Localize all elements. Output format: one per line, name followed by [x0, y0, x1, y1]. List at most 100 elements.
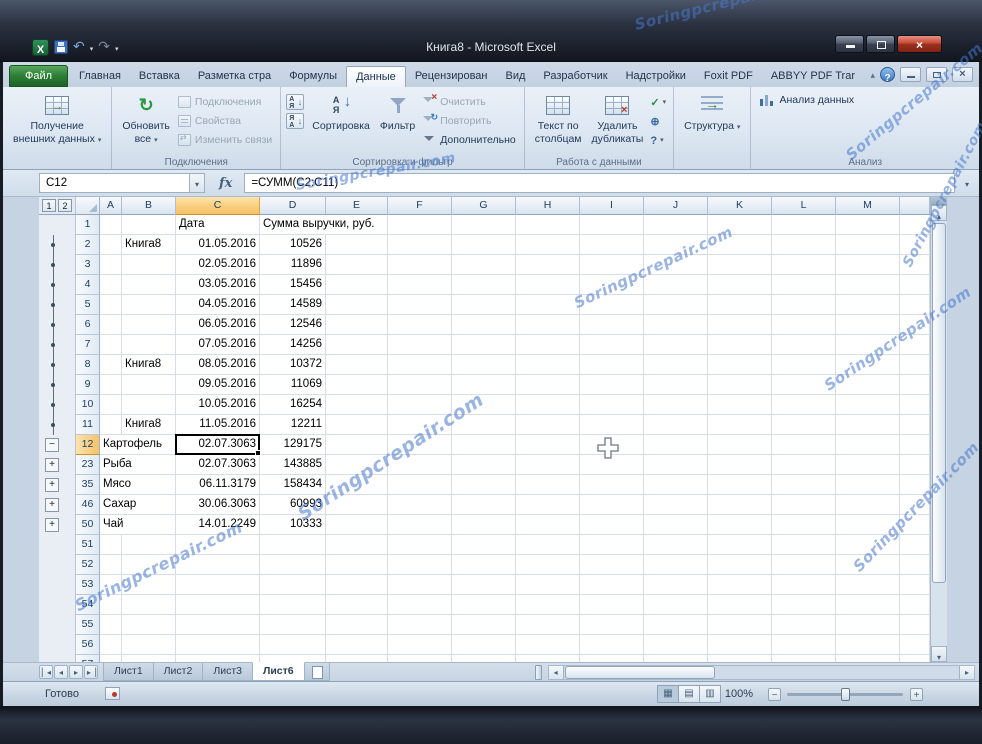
cell-M5[interactable] — [836, 295, 900, 315]
horizontal-scroll-thumb[interactable] — [565, 666, 715, 679]
cell-C46[interactable]: 30.06.3063 — [176, 495, 260, 515]
ribbon-tab-вид[interactable]: Вид — [497, 66, 535, 87]
cell-E56[interactable] — [326, 635, 388, 655]
cell-C52[interactable] — [176, 555, 260, 575]
close-button[interactable] — [897, 35, 942, 53]
row-header-2[interactable]: 2 — [76, 235, 100, 255]
cell-K3[interactable] — [708, 255, 772, 275]
cell-B46[interactable] — [122, 495, 176, 515]
cell-D50[interactable]: 10333 — [260, 515, 326, 535]
cell-M46[interactable] — [836, 495, 900, 515]
cell-E12[interactable] — [326, 435, 388, 455]
cell-G53[interactable] — [452, 575, 516, 595]
cell-M54[interactable] — [836, 595, 900, 615]
cell-G35[interactable] — [452, 475, 516, 495]
cell-L46[interactable] — [772, 495, 836, 515]
cell-C12[interactable]: 02.07.3063 — [176, 435, 260, 455]
row-header-8[interactable]: 8 — [76, 355, 100, 375]
cell-I8[interactable] — [580, 355, 644, 375]
cell-C10[interactable]: 10.05.2016 — [176, 395, 260, 415]
cell-C23[interactable]: 02.07.3063 — [176, 455, 260, 475]
cell-F50[interactable] — [388, 515, 452, 535]
cell-B8[interactable]: Книга8 — [122, 355, 176, 375]
column-header-H[interactable]: H — [516, 197, 580, 215]
cell-L50[interactable] — [772, 515, 836, 535]
row-header-10[interactable]: 10 — [76, 395, 100, 415]
cell-I7[interactable] — [580, 335, 644, 355]
cell-K4[interactable] — [708, 275, 772, 295]
row-header-57[interactable]: 57 — [76, 655, 100, 662]
cell-G6[interactable] — [452, 315, 516, 335]
ribbon-tab-разработчик[interactable]: Разработчик — [534, 66, 616, 87]
cell-F51[interactable] — [388, 535, 452, 555]
cell-B7[interactable] — [122, 335, 176, 355]
cell-L1[interactable] — [772, 215, 836, 235]
cell-J53[interactable] — [644, 575, 708, 595]
row-header-3[interactable]: 3 — [76, 255, 100, 275]
cell-J55[interactable] — [644, 615, 708, 635]
select-all-corner[interactable] — [76, 197, 100, 215]
cell-L10[interactable] — [772, 395, 836, 415]
cell-C5[interactable]: 04.05.2016 — [176, 295, 260, 315]
cell-E35[interactable] — [326, 475, 388, 495]
row-header-6[interactable]: 6 — [76, 315, 100, 335]
cell-D6[interactable]: 12546 — [260, 315, 326, 335]
ribbon-tab-формулы[interactable]: Формулы — [280, 66, 346, 87]
cell-E23[interactable] — [326, 455, 388, 475]
cell-F23[interactable] — [388, 455, 452, 475]
cell-H12[interactable] — [516, 435, 580, 455]
cell-D53[interactable] — [260, 575, 326, 595]
cell-D11[interactable]: 12211 — [260, 415, 326, 435]
scroll-left-icon[interactable] — [549, 666, 564, 679]
cell-A10[interactable] — [100, 395, 122, 415]
cell-D2[interactable]: 10526 — [260, 235, 326, 255]
cell-B35[interactable] — [122, 475, 176, 495]
cell-J10[interactable] — [644, 395, 708, 415]
cell-E53[interactable] — [326, 575, 388, 595]
cell-M10[interactable] — [836, 395, 900, 415]
cell-C2[interactable]: 01.05.2016 — [176, 235, 260, 255]
column-header-C[interactable]: C — [176, 197, 260, 215]
ribbon-tab-рецензирован[interactable]: Рецензирован — [406, 66, 497, 87]
cell-K9[interactable] — [708, 375, 772, 395]
cell-E5[interactable] — [326, 295, 388, 315]
cell-M53[interactable] — [836, 575, 900, 595]
cell-M3[interactable] — [836, 255, 900, 275]
cell-K52[interactable] — [708, 555, 772, 575]
cell-K35[interactable] — [708, 475, 772, 495]
cell-K8[interactable] — [708, 355, 772, 375]
cell-B51[interactable] — [122, 535, 176, 555]
cell-G11[interactable] — [452, 415, 516, 435]
last-sheet-icon[interactable] — [84, 665, 98, 679]
cell-M52[interactable] — [836, 555, 900, 575]
zoom-level-text[interactable]: 100% — [725, 688, 753, 700]
cell-L52[interactable] — [772, 555, 836, 575]
scroll-down-icon[interactable] — [931, 646, 947, 662]
cell-F56[interactable] — [388, 635, 452, 655]
cell-L6[interactable] — [772, 315, 836, 335]
cell-F12[interactable] — [388, 435, 452, 455]
expand-formula-bar-icon[interactable] — [955, 174, 979, 192]
outline-level-2-button[interactable]: 2 — [58, 199, 72, 212]
cell-A3[interactable] — [100, 255, 122, 275]
cell-B1[interactable] — [122, 215, 176, 235]
cell-I11[interactable] — [580, 415, 644, 435]
row-header-56[interactable]: 56 — [76, 635, 100, 655]
cell-I55[interactable] — [580, 615, 644, 635]
cell-C4[interactable]: 03.05.2016 — [176, 275, 260, 295]
cell-H54[interactable] — [516, 595, 580, 615]
workbook-close-button[interactable] — [952, 67, 973, 82]
cell-E54[interactable] — [326, 595, 388, 615]
cell-J54[interactable] — [644, 595, 708, 615]
cell-E3[interactable] — [326, 255, 388, 275]
cell-E10[interactable] — [326, 395, 388, 415]
cell-M11[interactable] — [836, 415, 900, 435]
cell-E51[interactable] — [326, 535, 388, 555]
cell-L51[interactable] — [772, 535, 836, 555]
cell-I51[interactable] — [580, 535, 644, 555]
vertical-scroll-thumb[interactable] — [932, 223, 946, 583]
cell-H7[interactable] — [516, 335, 580, 355]
cell-E4[interactable] — [326, 275, 388, 295]
cell-B50[interactable] — [122, 515, 176, 535]
cell-A57[interactable] — [100, 655, 122, 662]
